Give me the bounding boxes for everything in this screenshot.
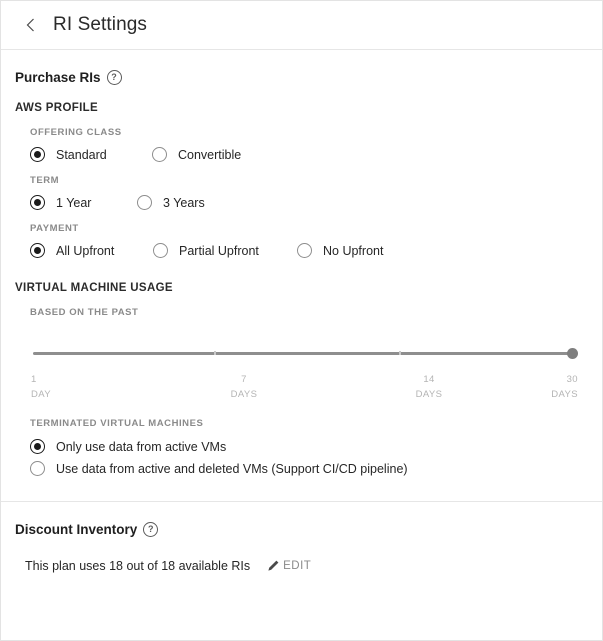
- tick-value: 14: [423, 374, 435, 385]
- radio-offering-standard[interactable]: Standard: [30, 147, 152, 162]
- offering-class-group: Standard Convertible: [1, 147, 602, 162]
- radio-mark-unselected: [153, 243, 168, 258]
- slider-tick-label-14: 14 DAYS: [399, 372, 459, 402]
- ri-settings-page: RI Settings Purchase RIs ? AWS PROFILE O…: [0, 0, 603, 641]
- radio-payment-partial-upfront[interactable]: Partial Upfront: [153, 243, 297, 258]
- tick-unit: DAYS: [551, 389, 578, 400]
- radio-label: 3 Years: [163, 195, 205, 210]
- radio-term-1-year[interactable]: 1 Year: [30, 195, 137, 210]
- tick-unit: DAYS: [230, 389, 258, 400]
- radio-label: All Upfront: [56, 243, 115, 258]
- tick-unit: DAY: [31, 389, 52, 400]
- slider-tick-label-7: 7 DAYS: [214, 372, 274, 402]
- radio-mark-unselected: [30, 461, 45, 476]
- radio-mark-selected: [30, 147, 45, 162]
- term-group: 1 Year 3 Years: [1, 195, 602, 210]
- help-circle-icon[interactable]: ?: [143, 522, 159, 537]
- radio-label: No Upfront: [323, 243, 384, 258]
- tick-unit: DAYS: [415, 389, 443, 400]
- tick-value: 7: [241, 374, 247, 385]
- radio-terminated-active-only[interactable]: Only use data from active VMs: [1, 439, 602, 454]
- radio-mark-selected: [30, 195, 45, 210]
- slider-tick-label-1: 1 DAY: [31, 372, 51, 402]
- radio-label: Use data from active and deleted VMs (Su…: [56, 461, 408, 476]
- radio-payment-all-upfront[interactable]: All Upfront: [30, 243, 153, 258]
- help-circle-icon[interactable]: ?: [106, 70, 122, 85]
- page-title: RI Settings: [53, 14, 148, 35]
- terminated-vms-label: TERMINATED VIRTUAL MACHINES: [30, 418, 204, 429]
- edit-button[interactable]: EDIT: [266, 559, 311, 573]
- offering-class-label: OFFERING CLASS: [30, 127, 122, 138]
- edit-label: EDIT: [283, 560, 312, 572]
- slider-tick-labels: 1 DAY 7 DAYS 14 DAYS 30 DAYS: [31, 372, 578, 406]
- discount-inventory-label: Discount Inventory: [15, 522, 138, 537]
- pencil-icon: [266, 559, 280, 573]
- radio-label: Standard: [56, 147, 107, 162]
- chevron-left-icon: [26, 18, 35, 32]
- back-button[interactable]: [15, 18, 45, 32]
- usage-period-slider[interactable]: [33, 346, 578, 360]
- radio-mark-unselected: [297, 243, 312, 258]
- vm-usage-heading: VIRTUAL MACHINE USAGE: [15, 282, 173, 294]
- slider-thumb[interactable]: [567, 347, 578, 359]
- radio-payment-no-upfront[interactable]: No Upfront: [297, 243, 383, 258]
- tick-value: 1: [31, 374, 37, 385]
- discount-inventory-heading: Discount Inventory ?: [1, 502, 602, 537]
- radio-mark-selected: [30, 439, 45, 454]
- radio-label: Only use data from active VMs: [56, 439, 227, 454]
- payment-group: All Upfront Partial Upfront No Upfront: [1, 243, 602, 258]
- purchase-ris-heading: Purchase RIs ?: [1, 50, 602, 85]
- purchase-ris-label: Purchase RIs: [15, 70, 101, 85]
- radio-mark-unselected: [137, 195, 152, 210]
- tick-value: 30: [566, 374, 578, 385]
- page-header: RI Settings: [1, 1, 602, 50]
- discount-inventory-summary: This plan uses 18 out of 18 available RI…: [25, 559, 251, 573]
- slider-tick-label-30: 30 DAYS: [551, 372, 578, 402]
- radio-term-3-years[interactable]: 3 Years: [137, 195, 205, 210]
- radio-offering-convertible[interactable]: Convertible: [152, 147, 241, 162]
- radio-label: Convertible: [178, 147, 242, 162]
- slider-track[interactable]: [33, 352, 570, 355]
- based-on-the-past-label: BASED ON THE PAST: [30, 307, 139, 318]
- radio-mark-selected: [30, 243, 45, 258]
- settings-body: Purchase RIs ? AWS PROFILE OFFERING CLAS…: [1, 50, 602, 573]
- radio-terminated-active-and-deleted[interactable]: Use data from active and deleted VMs (Su…: [1, 461, 602, 476]
- discount-inventory-summary-row: This plan uses 18 out of 18 available RI…: [1, 559, 602, 573]
- term-label: TERM: [30, 175, 60, 186]
- aws-profile-heading: AWS PROFILE: [15, 102, 99, 114]
- radio-label: 1 Year: [56, 195, 92, 210]
- radio-mark-unselected: [152, 147, 167, 162]
- radio-label: Partial Upfront: [179, 243, 259, 258]
- slider-tick-14: [399, 351, 401, 355]
- payment-label: PAYMENT: [30, 223, 79, 234]
- slider-tick-7: [214, 351, 216, 355]
